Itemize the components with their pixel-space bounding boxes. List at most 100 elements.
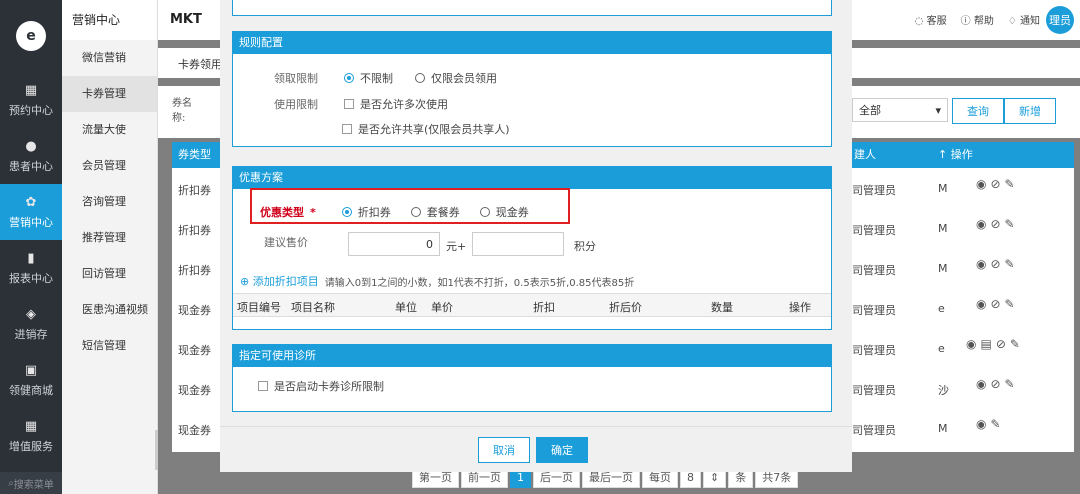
edit-icon[interactable]: ✎ [1010,337,1024,351]
table-cell-col: M [938,422,948,435]
add-button[interactable]: 新增 [1004,98,1056,124]
sort-icon[interactable]: ↑ [938,148,951,161]
left-nav: e ▦ 预约中心 ● 患者中心 ✿ 营销中心 ▮ 报表中心 ◈ 进销存 ▣ 领健商城 ▦ 增值… [0,0,62,494]
section-top-clipped [232,0,832,16]
disable-icon[interactable]: ⊘ [996,337,1010,351]
add-item-row: ⊕ 添加折扣项目 请输入0到1之间的小数，如1代表不打折，0.5表示5折,0.8… [240,273,635,289]
cart-icon: ▣ [24,362,38,378]
table-cell-type: 现金券 [178,384,211,397]
calendar-icon: ▦ [24,82,38,98]
section-rules-title: 规则配置 [233,32,831,54]
view-icon[interactable]: ◉ [976,177,990,191]
subnav-item[interactable]: 咨询管理 [62,184,157,220]
disable-icon[interactable]: ⊘ [990,177,1004,191]
cancel-button[interactable]: 取消 [478,437,530,463]
table-cell-creator: 司管理员 [852,344,896,357]
share-row: 是否允许共享(仅限会员共享人) [342,121,510,137]
dropdown-icon: ▾ [935,103,941,117]
view-icon[interactable]: ◉ [976,297,990,311]
bell-icon: ♢ [1007,16,1020,27]
subnav-item[interactable]: 流量大使 [62,112,157,148]
nav-item-services[interactable]: ▦ 增值服务 [0,408,62,464]
section-rules: 规则配置 [232,31,832,147]
view-icon[interactable]: ◉ [976,417,990,431]
yuan-label: 元+ [446,240,467,253]
subnav-item[interactable]: 微信营销 [62,40,157,76]
add-item-link[interactable]: ⊕ 添加折扣项目 [240,273,319,289]
table-cell-creator: 司管理员 [852,264,896,277]
subnav-item[interactable]: 回访管理 [62,256,157,292]
table-cell-creator: 司管理员 [852,184,896,197]
clinic-limit-checkbox[interactable] [258,381,268,391]
status-select[interactable]: 全部 ▾ [852,98,948,122]
discount-coupon-radio[interactable] [341,207,352,217]
table-cell-type: 现金券 [178,424,211,437]
notify-link[interactable]: ♢ 通知 [1008,12,1040,27]
points-input[interactable] [472,232,564,256]
edit-icon[interactable]: ✎ [990,417,1004,431]
edit-icon[interactable]: ✎ [1005,297,1019,311]
multi-use-checkbox[interactable] [344,99,354,109]
view-icon[interactable]: ◉ [976,377,990,391]
layers-icon: ◈ [26,306,36,322]
nav-item-marketing[interactable]: ✿ 营销中心 [0,184,62,240]
claim-limit-row: 领取限制 不限制 仅限会员领用 [274,72,497,85]
share-checkbox[interactable] [342,124,352,134]
disable-icon[interactable]: ⊘ [990,217,1004,231]
help-icon: ⓘ [960,16,974,27]
view-icon[interactable]: ◉ [976,217,990,231]
unlimited-radio[interactable] [344,73,354,83]
member-only-radio[interactable] [415,73,425,83]
discount-type-row: 优惠类型 * 折扣券 套餐券 现金券 [260,205,529,220]
help-link[interactable]: ⓘ 帮助 [961,12,994,27]
card-icon[interactable]: ▤ [980,337,995,351]
support-link[interactable]: ◌ 客服 [915,12,947,27]
page-title: MKT [170,12,202,27]
nav-item-mall[interactable]: ▣ 领健商城 [0,352,62,408]
view-icon[interactable]: ◉ [976,257,990,271]
edit-icon[interactable]: ✎ [1005,257,1019,271]
subnav-item[interactable]: 推荐管理 [62,220,157,256]
table-cell-creator: 司管理员 [852,304,896,317]
query-button[interactable]: 查询 [952,98,1004,124]
subnav-item[interactable]: 短信管理 [62,328,157,364]
confirm-button[interactable]: 确定 [536,437,588,463]
edit-icon[interactable]: ✎ [1005,177,1019,191]
subnav-item[interactable]: 医患沟通视频 [62,292,157,328]
edit-icon[interactable]: ✎ [1005,217,1019,231]
table-cell-col: e [938,302,945,315]
price-row: 建议售价 [264,236,308,249]
nav-item-report[interactable]: ▮ 报表中心 [0,240,62,296]
price-input[interactable]: 0 [348,232,440,256]
bar-chart-icon: ▮ [27,250,35,266]
disable-icon[interactable]: ⊘ [990,257,1004,271]
nav-item-appointment[interactable]: ▦ 预约中心 [0,72,62,128]
avatar[interactable]: 理员 [1046,6,1074,34]
user-icon: ● [25,138,37,154]
edit-icon[interactable]: ✎ [1005,377,1019,391]
search-menu-input[interactable]: ⌕ 搜索菜单 [0,472,62,494]
package-coupon-radio[interactable] [410,207,421,217]
table-cell-creator: 司管理员 [852,424,896,437]
disable-icon[interactable]: ⊘ [990,297,1004,311]
subnav-item-selected[interactable]: 卡券管理 [62,76,157,112]
table-cell-col: 沙 [938,384,949,397]
view-icon[interactable]: ◉ [966,337,980,351]
nav-item-patient[interactable]: ● 患者中心 [0,128,62,184]
table-cell-col: e [938,342,945,355]
section-plan-title: 优惠方案 [233,167,831,189]
disable-icon[interactable]: ⊘ [990,377,1004,391]
nav-item-inventory[interactable]: ◈ 进销存 [0,296,62,352]
row-actions: ◉⊘✎ [976,257,1019,271]
table-cell-type: 折扣券 [178,184,211,197]
row-actions: ◉⊘✎ [976,177,1019,191]
name-label: 券名称: [172,98,192,124]
table-header-actions: ↑ 操作 [932,142,1074,168]
subnav-title: 营销中心 [62,0,157,40]
cash-coupon-radio[interactable] [479,207,490,217]
row-actions: ◉⊘✎ [976,297,1019,311]
table-cell-col: M [938,222,948,235]
tab-card-claim[interactable]: 卡券领用 [178,56,222,72]
subnav-item[interactable]: 会员管理 [62,148,157,184]
table-cell-type: 折扣券 [178,224,211,237]
